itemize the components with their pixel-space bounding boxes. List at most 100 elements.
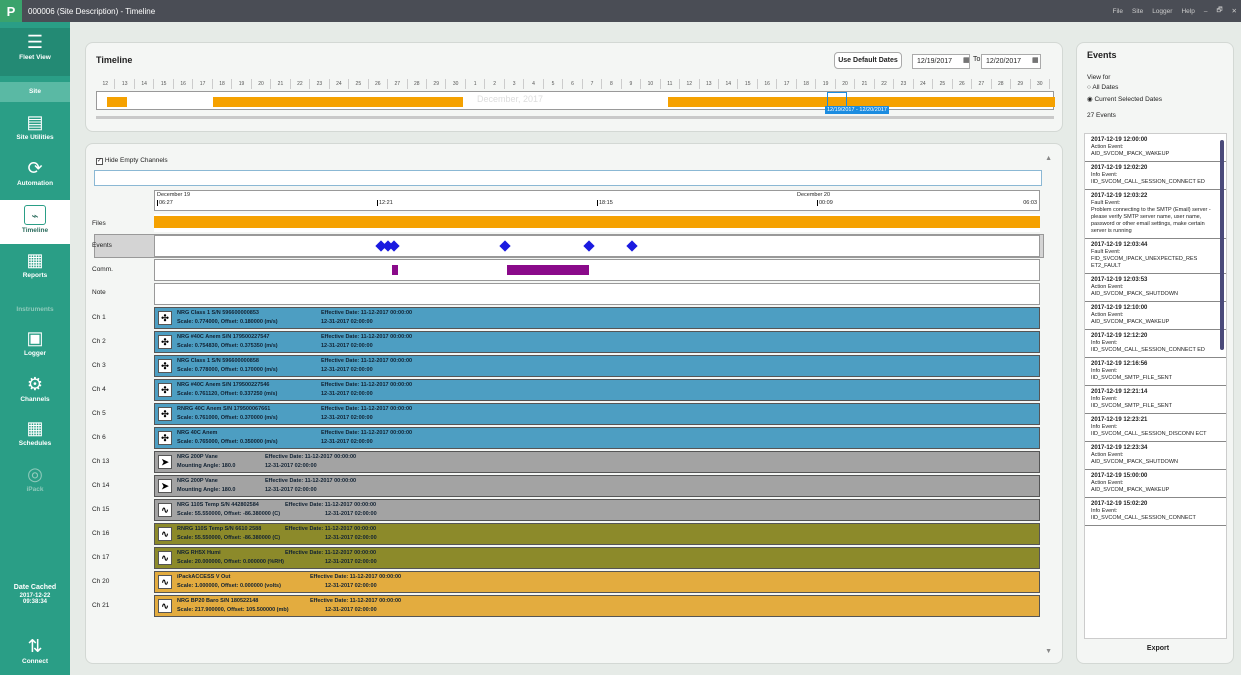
menu-help[interactable]: Help (1181, 8, 1194, 15)
connect-button[interactable]: ⇅ Connect (0, 636, 70, 674)
logger-icon: ▣ (26, 328, 44, 348)
channel-effective-date: Effective Date: 11-12-2017 00:00:00 (321, 406, 413, 412)
event-list-item[interactable]: 2017-12-19 12:10:00 Action Event: AID_SVCO… (1085, 302, 1226, 330)
channel-sensor: NRG BP20 Baro S/N 180522148 (177, 598, 259, 604)
event-list-item[interactable]: 2017-12-19 12:03:22 Fault Event: Problem c… (1085, 190, 1226, 239)
channel-scale: Scale: 55.550000, Offset: -86.380000 (C) (177, 535, 281, 541)
channel-row[interactable]: ∿ RNRG 110S Temp S/N 6610 2588 Scale: 55.5… (154, 523, 1040, 545)
event-list-item[interactable]: 2017-12-19 12:02:20 Info Event: IID_SVCOM_… (1085, 162, 1226, 190)
gears-icon: ⚙ (26, 374, 44, 394)
row-label-comm: Comm. (92, 266, 113, 273)
channel-scale: Mounting Angle: 180.0 (177, 463, 236, 469)
restore-button[interactable]: 🗗 (1216, 6, 1222, 17)
channel-scale: Scale: 0.765000, Offset: 0.350000 (m/s) (177, 439, 278, 445)
channel-row[interactable]: ✣ RNRG 40C Anem S/N 179500067661 Scale: 0.… (154, 403, 1040, 425)
sidebar-item-fleet-view[interactable]: ☰ Fleet View (0, 28, 70, 76)
events-scrollbar[interactable] (1220, 140, 1224, 350)
app-logo: P (0, 0, 22, 22)
day-tick: 7 (583, 79, 603, 89)
calendar-icon[interactable]: ▦ (963, 56, 970, 64)
menu-file[interactable]: File (1113, 8, 1123, 15)
event-list-item[interactable]: 2017-12-19 12:23:34 Action Event: AID_SVCO… (1085, 442, 1226, 470)
sidebar-item-channels[interactable]: ⚙ Channels (0, 372, 70, 414)
sidebar-item-logger[interactable]: ▣ Logger (0, 326, 70, 368)
event-list-item[interactable]: 2017-12-19 12:12:20 Info Event: IID_SVCOM_… (1085, 330, 1226, 358)
comm-session-bar[interactable] (507, 265, 589, 275)
use-default-dates-button[interactable]: Use Default Dates (834, 52, 902, 69)
minimize-button[interactable]: – (1204, 8, 1208, 15)
day-tick: 16 (758, 79, 778, 89)
radio-checked-icon: ◉ (1087, 96, 1093, 103)
data-bar (213, 97, 463, 107)
event-list-item[interactable]: 2017-12-19 12:03:44 Fault Event: FID_SVCOM… (1085, 239, 1226, 274)
scroll-down-icon[interactable]: ▼ (1045, 648, 1052, 655)
channel-row[interactable]: ∿ NRG 110S Temp S/N 442802584 Scale: 55.55… (154, 499, 1040, 521)
export-button[interactable]: Export (1139, 641, 1177, 656)
events-count: 27 Events (1087, 112, 1116, 119)
event-list-item[interactable]: 2017-12-19 12:23:21 Info Event: IID_SVCOM_… (1085, 414, 1226, 442)
event-marker[interactable] (626, 240, 638, 252)
event-list-item[interactable]: 2017-12-19 12:03:53 Action Event: AID_SVCO… (1085, 274, 1226, 302)
sidebar-item-site-utilities[interactable]: ▤ Site Utilities (0, 108, 70, 154)
day-tick: 5 (544, 79, 564, 89)
checkbox-checked[interactable]: ✓ (96, 158, 103, 165)
channel-sensor: NRG 110S Temp S/N 442802584 (177, 502, 259, 508)
channel-sensor: iPackACCESS V Out (177, 574, 231, 580)
channel-row[interactable]: ✣ NRG Class 1 S/N 596600000853 Scale: 0.77… (154, 307, 1040, 329)
overview-scrollbar[interactable] (96, 116, 1054, 119)
scroll-up-icon[interactable]: ▲ (1045, 155, 1052, 162)
event-list-item[interactable]: 2017-12-19 15:00:00 Action Event: AID_SVCO… (1085, 470, 1226, 498)
radio-unchecked-icon: ○ (1087, 84, 1091, 91)
channel-row[interactable]: ➤ NRG 200P Vane Mounting Angle: 180.0 Effec… (154, 451, 1040, 473)
sidebar-item-schedules[interactable]: ▦ Schedules (0, 416, 70, 458)
radio-all-dates[interactable]: ○ All Dates (1087, 84, 1118, 91)
analog-sensor-icon: ∿ (158, 575, 172, 589)
anem-sensor-icon: ✣ (158, 335, 172, 349)
analog-sensor-icon: ∿ (158, 503, 172, 517)
day-tick: 26 (953, 79, 973, 89)
channel-label: Ch 6 (92, 434, 106, 441)
sidebar-item-timeline[interactable]: ⌁ Timeline (0, 200, 70, 244)
menu-logger[interactable]: Logger (1152, 8, 1172, 15)
calendar-icon[interactable]: ▦ (1032, 56, 1039, 64)
channel-sensor: NRG Class 1 S/N 596600000853 (177, 310, 259, 316)
channel-row[interactable]: ✣ NRG #40C Anem S/N 179500227546 Scale: 0.… (154, 379, 1040, 401)
hide-empty-channels[interactable]: ✓ Hide Empty Channels (96, 157, 168, 165)
files-bar[interactable] (154, 216, 1040, 228)
channel-label: Ch 3 (92, 362, 106, 369)
day-tick: 24 (330, 79, 350, 89)
sidebar-item-automation[interactable]: ⟳ Automation (0, 156, 70, 196)
channel-label: Ch 21 (92, 602, 110, 609)
channel-row[interactable]: ✣ NRG Class 1 S/N 596600000858 Scale: 0.77… (154, 355, 1040, 377)
event-list-item[interactable]: 2017-12-19 12:16:56 Info Event: IID_SVCOM_… (1085, 358, 1226, 386)
channel-row[interactable]: ∿ iPackACCESS V Out Scale: 1.000000, Offse… (154, 571, 1040, 593)
day-tick: 29 (1011, 79, 1031, 89)
day-tick: 23 (894, 79, 914, 89)
channel-sensor: RNRG 40C Anem S/N 179500067661 (177, 406, 271, 412)
sidebar-item-site[interactable]: Site (0, 82, 70, 102)
day-tick: 23 (310, 79, 330, 89)
channel-row[interactable]: ➤ NRG 200P Vane Mounting Angle: 180.0 Effec… (154, 475, 1040, 497)
event-marker[interactable] (583, 240, 595, 252)
channel-row[interactable]: ∿ NRG RH5X Humi Scale: 20.000000, Offset: … (154, 547, 1040, 569)
event-list-item[interactable]: 2017-12-19 12:21:14 Info Event: IID_SVCOM_… (1085, 386, 1226, 414)
day-tick: 11 (661, 79, 681, 89)
channel-scale: Scale: 55.550000, Offset: -86.380000 (C) (177, 511, 281, 517)
event-marker[interactable] (499, 240, 511, 252)
day-tick: 4 (524, 79, 544, 89)
channel-row[interactable]: ∿ NRG BP20 Baro S/N 180522148 Scale: 217.9… (154, 595, 1040, 617)
event-list-item[interactable]: 2017-12-19 12:00:00 Action Event: AID_SVCO… (1085, 134, 1226, 162)
events-list[interactable]: 2017-12-19 12:00:00 Action Event: AID_SVCO… (1084, 133, 1227, 639)
event-list-item[interactable]: 2017-12-19 15:02:20 Info Event: IID_SVCOM_… (1085, 498, 1226, 526)
from-date-input[interactable]: 12/19/2017 (912, 54, 970, 69)
overview-track[interactable]: December, 2017 (96, 91, 1055, 110)
sidebar-item-reports[interactable]: ▦ Reports (0, 248, 70, 292)
radio-current-dates[interactable]: ◉ Current Selected Dates (1087, 95, 1162, 103)
comm-session-bar[interactable] (392, 265, 398, 275)
menu-site[interactable]: Site (1132, 8, 1143, 15)
close-button[interactable]: ✕ (1232, 7, 1237, 15)
day-tick: 26 (369, 79, 389, 89)
month-watermark: December, 2017 (477, 94, 544, 104)
channel-row[interactable]: ✣ NRG 40C Anem Scale: 0.765000, Offset: 0.… (154, 427, 1040, 449)
channel-row[interactable]: ✣ NRG #40C Anem S/N 179500227547 Scale: 0.… (154, 331, 1040, 353)
